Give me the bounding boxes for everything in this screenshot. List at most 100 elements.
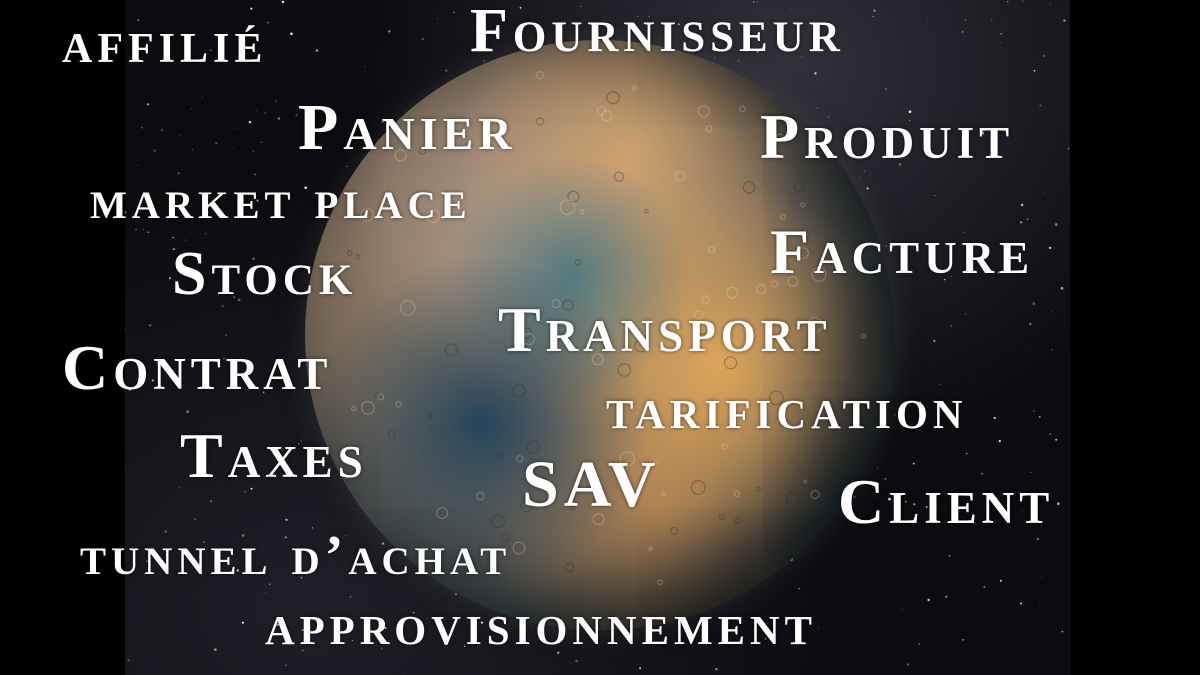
crater-icon bbox=[600, 110, 613, 122]
word-produit: Produit bbox=[760, 101, 1015, 172]
crater-icon bbox=[617, 363, 632, 377]
star-icon bbox=[215, 142, 218, 145]
star-icon bbox=[948, 555, 951, 557]
star-icon bbox=[965, 313, 967, 315]
star-icon bbox=[1051, 311, 1053, 313]
star-icon bbox=[147, 103, 150, 106]
star-icon bbox=[264, 112, 266, 114]
crater-icon bbox=[670, 526, 679, 535]
crater-icon bbox=[536, 117, 545, 126]
star-icon bbox=[1020, 203, 1024, 207]
crater-icon bbox=[559, 199, 576, 216]
star-icon bbox=[267, 21, 270, 24]
star-icon bbox=[290, 32, 293, 36]
word-sav: SAV bbox=[522, 448, 661, 521]
star-icon bbox=[918, 643, 920, 645]
star-icon bbox=[209, 500, 213, 503]
star-icon bbox=[147, 231, 150, 234]
crater-icon bbox=[697, 105, 710, 118]
word-tunnel-achat: tunnel d’achat bbox=[80, 525, 512, 587]
crater-icon bbox=[643, 208, 649, 214]
star-icon bbox=[956, 86, 958, 88]
star-icon bbox=[402, 673, 404, 675]
star-icon bbox=[927, 598, 930, 602]
star-icon bbox=[1056, 502, 1060, 506]
crater-icon bbox=[427, 413, 433, 419]
star-icon bbox=[1038, 416, 1041, 418]
star-icon bbox=[125, 328, 126, 330]
star-icon bbox=[260, 141, 263, 144]
star-icon bbox=[639, 667, 642, 670]
star-icon bbox=[1049, 246, 1052, 249]
star-icon bbox=[275, 100, 277, 102]
star-icon bbox=[1061, 630, 1064, 633]
star-icon bbox=[1022, 0, 1024, 2]
star-icon bbox=[1042, 54, 1046, 58]
crater-icon bbox=[395, 400, 402, 408]
crater-icon bbox=[785, 490, 801, 506]
star-icon bbox=[945, 595, 948, 598]
star-icon bbox=[131, 130, 133, 132]
star-icon bbox=[1006, 0, 1009, 3]
star-icon bbox=[1049, 433, 1052, 435]
star-icon bbox=[969, 383, 971, 385]
star-icon bbox=[160, 128, 164, 132]
crater-icon bbox=[803, 479, 808, 484]
star-icon bbox=[934, 194, 936, 196]
star-icon bbox=[236, 127, 238, 129]
star-icon bbox=[715, 667, 718, 671]
crater-icon bbox=[810, 489, 820, 500]
star-icon bbox=[277, 117, 281, 120]
word-transport: Transport bbox=[498, 294, 832, 365]
star-icon bbox=[197, 594, 199, 596]
star-icon bbox=[453, 11, 455, 13]
star-icon bbox=[214, 648, 217, 651]
star-icon bbox=[1047, 663, 1049, 665]
star-icon bbox=[993, 416, 996, 420]
crater-icon bbox=[512, 383, 526, 398]
crater-icon bbox=[648, 546, 653, 551]
star-icon bbox=[950, 325, 953, 327]
star-icon bbox=[1054, 223, 1058, 226]
star-icon bbox=[388, 30, 391, 33]
word-market-place: market place bbox=[90, 169, 472, 231]
word-cloud-canvas: affilié Fournisseur Panier Produit marke… bbox=[0, 0, 1200, 675]
crater-icon bbox=[574, 259, 581, 266]
star-icon bbox=[1067, 147, 1070, 150]
crater-icon bbox=[360, 400, 375, 415]
star-icon bbox=[937, 544, 938, 545]
star-icon bbox=[1000, 42, 1002, 43]
star-icon bbox=[998, 439, 1001, 443]
word-panier: Panier bbox=[298, 91, 517, 164]
star-icon bbox=[1020, 602, 1023, 605]
star-icon bbox=[1045, 119, 1047, 121]
crater-icon bbox=[860, 333, 867, 339]
star-icon bbox=[141, 126, 143, 129]
crater-icon bbox=[535, 71, 544, 80]
star-icon bbox=[981, 540, 982, 541]
crater-icon bbox=[350, 405, 357, 412]
crater-icon bbox=[376, 393, 385, 401]
star-icon bbox=[1039, 104, 1042, 107]
star-icon bbox=[248, 120, 252, 124]
star-icon bbox=[1043, 192, 1045, 194]
star-icon bbox=[962, 639, 964, 641]
star-icon bbox=[205, 233, 207, 235]
star-icon bbox=[873, 9, 876, 12]
word-taxes: Taxes bbox=[180, 420, 368, 491]
star-icon bbox=[285, 664, 287, 667]
crater-icon bbox=[606, 90, 620, 105]
crater-icon bbox=[631, 85, 638, 91]
star-icon bbox=[153, 149, 156, 152]
crater-icon bbox=[705, 125, 713, 133]
crater-icon bbox=[661, 491, 666, 497]
star-icon bbox=[1000, 32, 1003, 35]
star-icon bbox=[872, 15, 874, 18]
star-icon bbox=[912, 462, 915, 465]
star-icon bbox=[178, 135, 180, 136]
crater-icon bbox=[436, 507, 449, 520]
star-icon bbox=[172, 236, 174, 239]
star-icon bbox=[281, 0, 285, 4]
crater-icon bbox=[800, 202, 806, 208]
star-icon bbox=[1036, 537, 1040, 541]
